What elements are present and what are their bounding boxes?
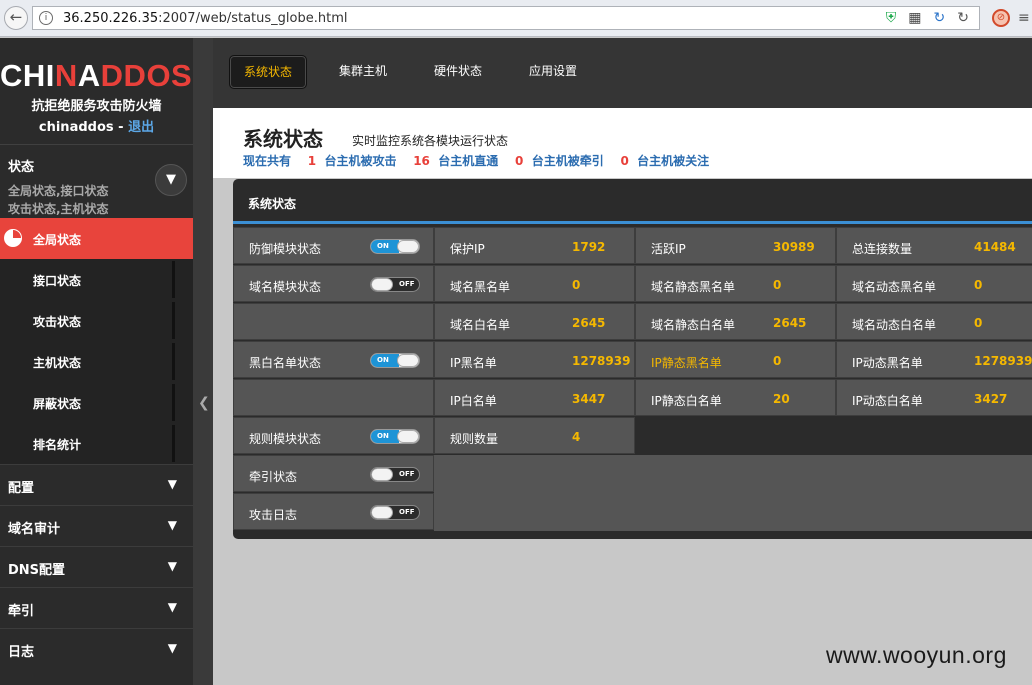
stat-cell: 域名黑名单 0 (434, 265, 635, 302)
page-title: 系统状态 (243, 127, 323, 151)
tab-hardware-status[interactable]: 硬件状态 (423, 55, 493, 89)
qr-code-icon[interactable]: ▦ (908, 10, 921, 26)
stat-cell: 域名白名单 2645 (434, 303, 635, 340)
watermark: www.wooyun.org (826, 642, 1007, 668)
browser-toolbar: ← i 36.250.226.35:2007/web/status_globe.… (0, 0, 1032, 37)
tab-cluster-hosts[interactable]: 集群主机 (328, 55, 398, 89)
traction-toggle[interactable]: OFF (370, 467, 420, 482)
stat-cell: 域名静态白名单 2645 (635, 303, 836, 340)
watched-hosts-link[interactable]: 台主机被关注 (637, 154, 709, 168)
direct-hosts-link[interactable]: 台主机直通 (438, 154, 498, 168)
module-row: 域名模块状态 OFF (233, 265, 434, 302)
menu-icon[interactable]: ≡ (1018, 10, 1030, 26)
attack-log-toggle[interactable]: OFF (370, 505, 420, 520)
status-section-title[interactable]: 状态 (8, 156, 34, 175)
status-section-sub2: 攻击状态,主机状态 (8, 202, 109, 216)
adblock-icon[interactable]: ⊘ (992, 9, 1010, 27)
tab-app-settings[interactable]: 应用设置 (518, 55, 588, 89)
logo: CHINADDOS (0, 58, 193, 93)
module-row: 规则模块状态 ON (233, 417, 434, 454)
chevron-down-icon: ▼ (167, 600, 177, 614)
domain-module-toggle[interactable]: OFF (370, 277, 420, 292)
shield-icon[interactable]: ⛨ (886, 10, 897, 26)
traction-hosts-link[interactable]: 台主机被牵引 (532, 154, 604, 168)
stat-cell: IP白名单 3447 (434, 379, 635, 416)
url-text[interactable]: 36.250.226.35:2007/web/status_globe.html (63, 11, 347, 26)
logout-link[interactable]: 退出 (128, 120, 154, 135)
username: chinaddos (38, 120, 114, 135)
module-row: 黑白名单状态 ON (233, 341, 434, 378)
sidebar-item-domain-audit[interactable]: 域名审计 ▼ (0, 505, 193, 546)
stat-cell: 保护IP 1792 (434, 227, 635, 264)
sidebar-item-interface-status[interactable]: 接口状态 (0, 259, 193, 300)
sidebar-item-block-status[interactable]: 屏蔽状态 (0, 382, 193, 423)
stat-cell: 规则数量 4 (434, 417, 635, 454)
module-row-empty (233, 379, 434, 416)
chevron-down-icon: ▼ (167, 518, 177, 532)
top-navigation: 系统状态 集群主机 硬件状态 应用设置 (213, 38, 1032, 108)
user-line: chinaddos - 退出 (38, 120, 155, 135)
stat-cell: IP动态黑名单 1278939 (836, 341, 1032, 378)
sidebar-item-dns-config[interactable]: DNS配置 ▼ (0, 546, 193, 587)
chevron-left-icon[interactable]: ❮ (198, 395, 210, 411)
module-row: 牵引状态 OFF (233, 455, 434, 492)
ie-mode-icon[interactable]: ↻ (934, 10, 946, 26)
refresh-icon[interactable]: ↻ (957, 10, 969, 26)
chevron-down-icon: ▼ (167, 559, 177, 573)
module-row: 防御模块状态 ON (233, 227, 434, 264)
blackwhite-list-toggle[interactable]: ON (370, 353, 420, 368)
stat-cell: 域名动态黑名单 0 (836, 265, 1032, 302)
status-section-sub1: 全局状态,接口状态 (8, 184, 109, 198)
stat-cell: 总连接数量 41484 (836, 227, 1032, 264)
stat-cell: 活跃IP 30989 (635, 227, 836, 264)
slogan: 抗拒绝服务攻击防火墙 (31, 99, 162, 114)
sidebar-collapse-strip[interactable]: ❮ (193, 38, 213, 685)
stat-cell: IP静态白名单 20 (635, 379, 836, 416)
address-bar[interactable]: i 36.250.226.35:2007/web/status_globe.ht… (32, 6, 980, 30)
rule-module-toggle[interactable]: ON (370, 429, 420, 444)
info-icon[interactable]: i (39, 11, 53, 25)
sidebar-item-logs[interactable]: 日志 ▼ (0, 628, 193, 669)
sidebar-item-ranking[interactable]: 排名统计 (0, 423, 193, 464)
sidebar-item-host-status[interactable]: 主机状态 (0, 341, 193, 382)
stat-cell: IP静态黑名单 0 (635, 341, 836, 378)
main-content: 系统状态 实时监控系统各模块运行状态 现在共有 1 台主机被攻击 16 台主机直… (213, 108, 1032, 685)
sidebar-item-attack-status[interactable]: 攻击状态 (0, 300, 193, 341)
tab-system-status[interactable]: 系统状态 (229, 55, 307, 89)
sidebar-item-global-status[interactable]: 全局状态 (0, 218, 193, 259)
stat-cell: 域名动态白名单 0 (836, 303, 1032, 340)
collapse-status-button[interactable]: ▼ (155, 164, 187, 196)
host-summary: 现在共有 1 台主机被攻击 16 台主机直通 0 台主机被牵引 0 台主机被关注 (243, 154, 710, 168)
sidebar-item-traction[interactable]: 牵引 ▼ (0, 587, 193, 628)
sidebar-item-config[interactable]: 配置 ▼ (0, 464, 193, 505)
chevron-down-icon: ▼ (167, 641, 177, 655)
panel-title: 系统状态 (248, 197, 297, 211)
page-header: 系统状态 实时监控系统各模块运行状态 现在共有 1 台主机被攻击 16 台主机直… (213, 108, 1032, 178)
panel-header: 系统状态 (233, 179, 1032, 224)
sidebar: CHINADDOS 抗拒绝服务攻击防火墙 chinaddos - 退出 状态 全… (0, 38, 193, 685)
pie-chart-icon (4, 229, 22, 247)
module-row: 攻击日志 OFF (233, 493, 434, 530)
back-icon[interactable]: ← (4, 6, 28, 30)
panel-filler (434, 455, 1032, 531)
page-subtitle: 实时监控系统各模块运行状态 (352, 134, 509, 148)
chevron-down-icon: ▼ (166, 172, 176, 187)
defense-module-toggle[interactable]: ON (370, 239, 420, 254)
stat-cell: 域名静态黑名单 0 (635, 265, 836, 302)
module-row-empty (233, 303, 434, 340)
stat-cell: IP动态白名单 3427 (836, 379, 1032, 416)
chevron-down-icon: ▼ (167, 477, 177, 491)
attacked-hosts-link[interactable]: 台主机被攻击 (324, 154, 396, 168)
stat-cell: IP黑名单 1278939 (434, 341, 635, 378)
system-status-panel: 系统状态 防御模块状态 ON 域名模块状态 OFF 黑白名单状态 ON 规则模块… (233, 179, 1032, 539)
